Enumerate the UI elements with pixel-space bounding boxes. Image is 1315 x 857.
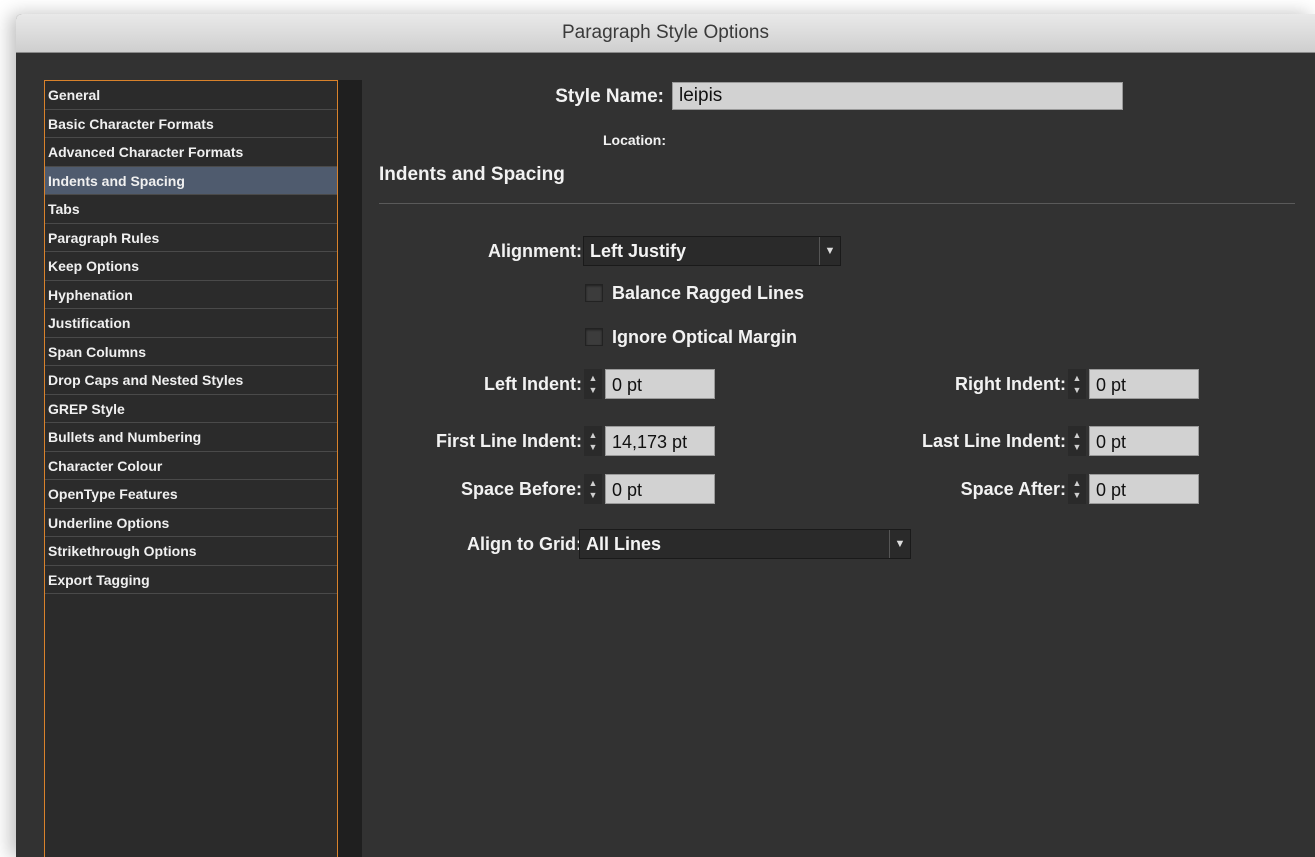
ignore-optical-checkbox[interactable] xyxy=(585,328,603,346)
last-line-indent-stepper[interactable]: ▲ ▼ xyxy=(1068,426,1086,456)
sidebar-item-opentype-features[interactable]: OpenType Features xyxy=(45,480,337,509)
arrow-up-icon: ▲ xyxy=(588,430,598,440)
space-before-input[interactable]: 0 pt xyxy=(605,474,715,504)
left-indent-stepper[interactable]: ▲ ▼ xyxy=(584,369,602,399)
align-grid-label: Align to Grid: xyxy=(467,534,582,554)
left-indent-input[interactable]: 0 pt xyxy=(605,369,715,399)
arrow-up-icon: ▲ xyxy=(588,373,598,383)
align-grid-dropdown[interactable]: All Lines ▼ xyxy=(579,529,911,559)
arrow-down-icon: ▼ xyxy=(1072,490,1082,500)
style-name-label: Style Name: xyxy=(555,86,664,107)
alignment-value: Left Justify xyxy=(590,241,687,261)
chevron-down-icon: ▼ xyxy=(889,530,910,558)
sidebar-item-grep-style[interactable]: GREP Style xyxy=(45,395,337,423)
right-indent-input[interactable]: 0 pt xyxy=(1089,369,1199,399)
sidebar-item-tabs[interactable]: Tabs xyxy=(45,195,337,224)
space-before-stepper[interactable]: ▲ ▼ xyxy=(584,474,602,504)
sidebar-item-hyphenation[interactable]: Hyphenation xyxy=(45,281,337,309)
alignment-label: Alignment: xyxy=(488,241,582,261)
sidebar-item-keep-options[interactable]: Keep Options xyxy=(45,252,337,281)
location-label: Location: xyxy=(603,132,666,148)
sidebar-item-export-tagging[interactable]: Export Tagging xyxy=(45,566,337,594)
first-line-indent-label: First Line Indent: xyxy=(436,431,582,451)
dialog-window: Paragraph Style Options General Basic Ch… xyxy=(16,14,1315,857)
sidebar-item-general[interactable]: General xyxy=(45,81,337,110)
balance-ragged-checkbox[interactable] xyxy=(585,284,603,302)
sidebar-item-bullets-numbering[interactable]: Bullets and Numbering xyxy=(45,423,337,452)
arrow-down-icon: ▼ xyxy=(1072,385,1082,395)
sidebar-item-indents-and-spacing[interactable]: Indents and Spacing xyxy=(45,166,337,195)
ignore-optical-label[interactable]: Ignore Optical Margin xyxy=(612,327,797,348)
arrow-down-icon: ▼ xyxy=(588,490,598,500)
sidebar-item-advanced-character-formats[interactable]: Advanced Character Formats xyxy=(45,138,337,167)
space-after-label: Space After: xyxy=(960,479,1066,499)
arrow-up-icon: ▲ xyxy=(1072,478,1082,488)
alignment-dropdown[interactable]: Left Justify ▼ xyxy=(583,236,841,266)
right-indent-stepper[interactable]: ▲ ▼ xyxy=(1068,369,1086,399)
sidebar-item-basic-character-formats[interactable]: Basic Character Formats xyxy=(45,110,337,138)
sidebar-item-justification[interactable]: Justification xyxy=(45,309,337,338)
arrow-down-icon: ▼ xyxy=(588,385,598,395)
arrow-up-icon: ▲ xyxy=(1072,373,1082,383)
sidebar-item-underline-options[interactable]: Underline Options xyxy=(45,509,337,537)
first-line-indent-input[interactable]: 14,173 pt xyxy=(605,426,715,456)
section-divider xyxy=(379,203,1295,204)
arrow-down-icon: ▼ xyxy=(588,442,598,452)
sidebar-item-strikethrough-options[interactable]: Strikethrough Options xyxy=(45,537,337,566)
sidebar-item-span-columns[interactable]: Span Columns xyxy=(45,338,337,366)
window-title: Paragraph Style Options xyxy=(561,22,769,43)
arrow-down-icon: ▼ xyxy=(1072,442,1082,452)
balance-ragged-label[interactable]: Balance Ragged Lines xyxy=(612,283,804,304)
sidebar-item-character-colour[interactable]: Character Colour xyxy=(45,452,337,480)
arrow-up-icon: ▲ xyxy=(588,478,598,488)
right-indent-label: Right Indent: xyxy=(955,374,1066,394)
sidebar-item-paragraph-rules[interactable]: Paragraph Rules xyxy=(45,224,337,252)
last-line-indent-input[interactable]: 0 pt xyxy=(1089,426,1199,456)
arrow-up-icon: ▲ xyxy=(1072,430,1082,440)
category-list: General Basic Character Formats Advanced… xyxy=(44,80,338,857)
left-indent-label: Left Indent: xyxy=(484,374,582,394)
space-after-stepper[interactable]: ▲ ▼ xyxy=(1068,474,1086,504)
space-after-input[interactable]: 0 pt xyxy=(1089,474,1199,504)
last-line-indent-label: Last Line Indent: xyxy=(922,431,1066,451)
sidebar-scrollbar[interactable] xyxy=(338,80,362,857)
sidebar-item-drop-caps[interactable]: Drop Caps and Nested Styles xyxy=(45,366,337,395)
first-line-indent-stepper[interactable]: ▲ ▼ xyxy=(584,426,602,456)
align-grid-value: All Lines xyxy=(586,534,662,554)
chevron-down-icon: ▼ xyxy=(819,237,840,265)
section-title: Indents and Spacing xyxy=(379,164,565,185)
space-before-label: Space Before: xyxy=(460,479,582,499)
title-bar[interactable]: Paragraph Style Options xyxy=(16,14,1315,53)
style-name-input[interactable]: leipis xyxy=(672,82,1123,110)
